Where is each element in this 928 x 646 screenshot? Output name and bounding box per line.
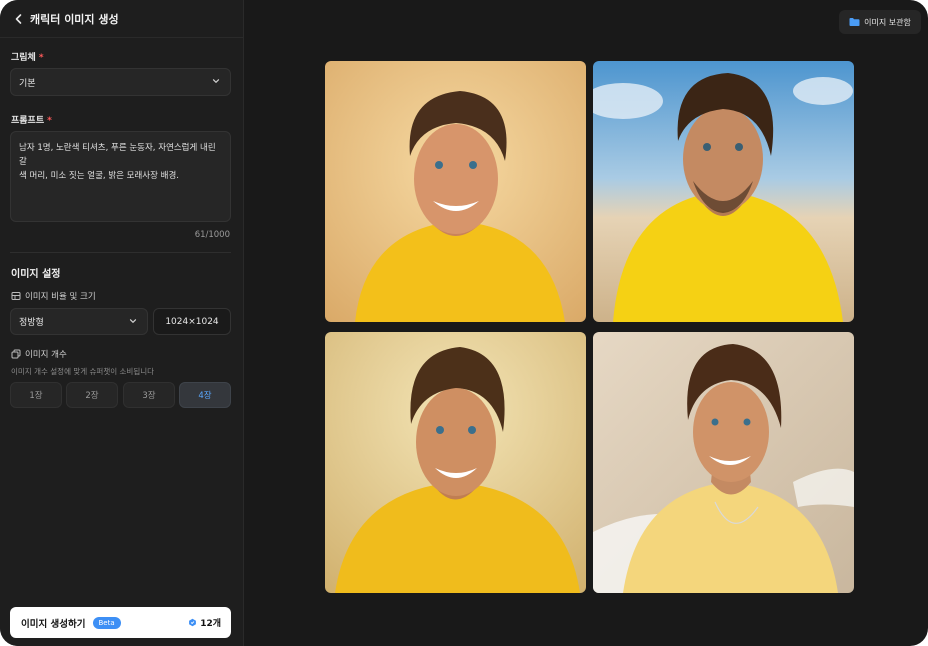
ratio-label-text: 이미지 비율 및 크기 — [25, 292, 96, 302]
credit-amount: 12개 — [200, 619, 221, 629]
chevron-down-icon — [212, 79, 220, 83]
copy-icon — [11, 349, 21, 359]
beta-badge: Beta — [92, 616, 121, 629]
chevron-left-icon[interactable] — [12, 12, 26, 26]
divider — [10, 252, 231, 253]
prompt-label-text: 프롬프트 — [11, 116, 45, 126]
count-option-3[interactable]: 3장 — [123, 382, 175, 408]
portrait-image — [325, 61, 586, 322]
image-settings-title: 이미지 설정 — [11, 269, 61, 280]
prompt-text-line-1: 남자 1명, 노란색 티셔츠, 푸른 눈동자, 자연스럽게 내린 갈 — [19, 143, 216, 167]
required-mark: * — [47, 116, 52, 126]
credit-cost: 12개 — [188, 616, 221, 629]
chevron-down-icon — [129, 318, 137, 323]
style-label: 그림체 * — [11, 50, 44, 63]
prompt-textarea[interactable]: 남자 1명, 노란색 티셔츠, 푸른 눈동자, 자연스럽게 내린 갈 색 머리,… — [10, 131, 231, 222]
prompt-label: 프롬프트 * — [11, 113, 52, 126]
prompt-text-line-2: 색 머리, 미소 짓는 얼굴, 밝은 모래사장 배경. — [19, 171, 179, 181]
ratio-label: 이미지 비율 및 크기 — [11, 290, 96, 302]
portrait-image — [593, 61, 854, 322]
generated-image-4[interactable] — [593, 332, 854, 593]
page-title: 캐릭터 이미지 생성 — [30, 12, 119, 26]
sidebar-header: 캐릭터 이미지 생성 — [0, 0, 244, 38]
count-hint: 이미지 개수 설정에 맞게 슈퍼챗이 소비됩니다 — [11, 367, 155, 376]
portrait-image — [593, 332, 854, 593]
count-label: 이미지 개수 — [11, 348, 67, 360]
image-size-value: 1024×1024 — [153, 308, 231, 335]
app-window: 캐릭터 이미지 생성 그림체 * 기본 프롬프트 * 남자 1명, 노란색 티셔츠,… — [0, 0, 928, 646]
required-mark: * — [38, 53, 44, 63]
generate-image-button[interactable]: 이미지 생성하기 Beta 12개 — [10, 607, 231, 638]
storage-label: 이미지 보관함 — [864, 17, 911, 27]
aspect-ratio-icon — [11, 292, 21, 300]
style-select-value: 기본 — [19, 78, 36, 89]
generated-image-1[interactable] — [325, 61, 586, 322]
image-storage-button[interactable]: 이미지 보관함 — [839, 10, 921, 34]
generated-image-3[interactable] — [325, 332, 586, 593]
generate-label: 이미지 생성하기 — [21, 618, 86, 630]
credit-icon — [189, 618, 197, 627]
portrait-image — [325, 332, 586, 593]
ratio-select[interactable]: 정방형 — [10, 308, 148, 335]
settings-sidebar: 캐릭터 이미지 생성 그림체 * 기본 프롬프트 * 남자 1명, 노란색 티셔츠,… — [0, 0, 244, 646]
folder-icon — [849, 18, 860, 26]
ratio-select-value: 정방형 — [19, 318, 44, 328]
count-label-text: 이미지 개수 — [25, 350, 67, 360]
character-counter: 61/1000 — [194, 230, 230, 240]
generated-image-2[interactable] — [593, 61, 854, 322]
count-option-1[interactable]: 1장 — [10, 382, 62, 408]
style-select[interactable]: 기본 — [10, 68, 231, 96]
count-option-4[interactable]: 4장 — [179, 382, 231, 408]
style-label-text: 그림체 — [11, 53, 36, 63]
count-option-2[interactable]: 2장 — [66, 382, 118, 408]
